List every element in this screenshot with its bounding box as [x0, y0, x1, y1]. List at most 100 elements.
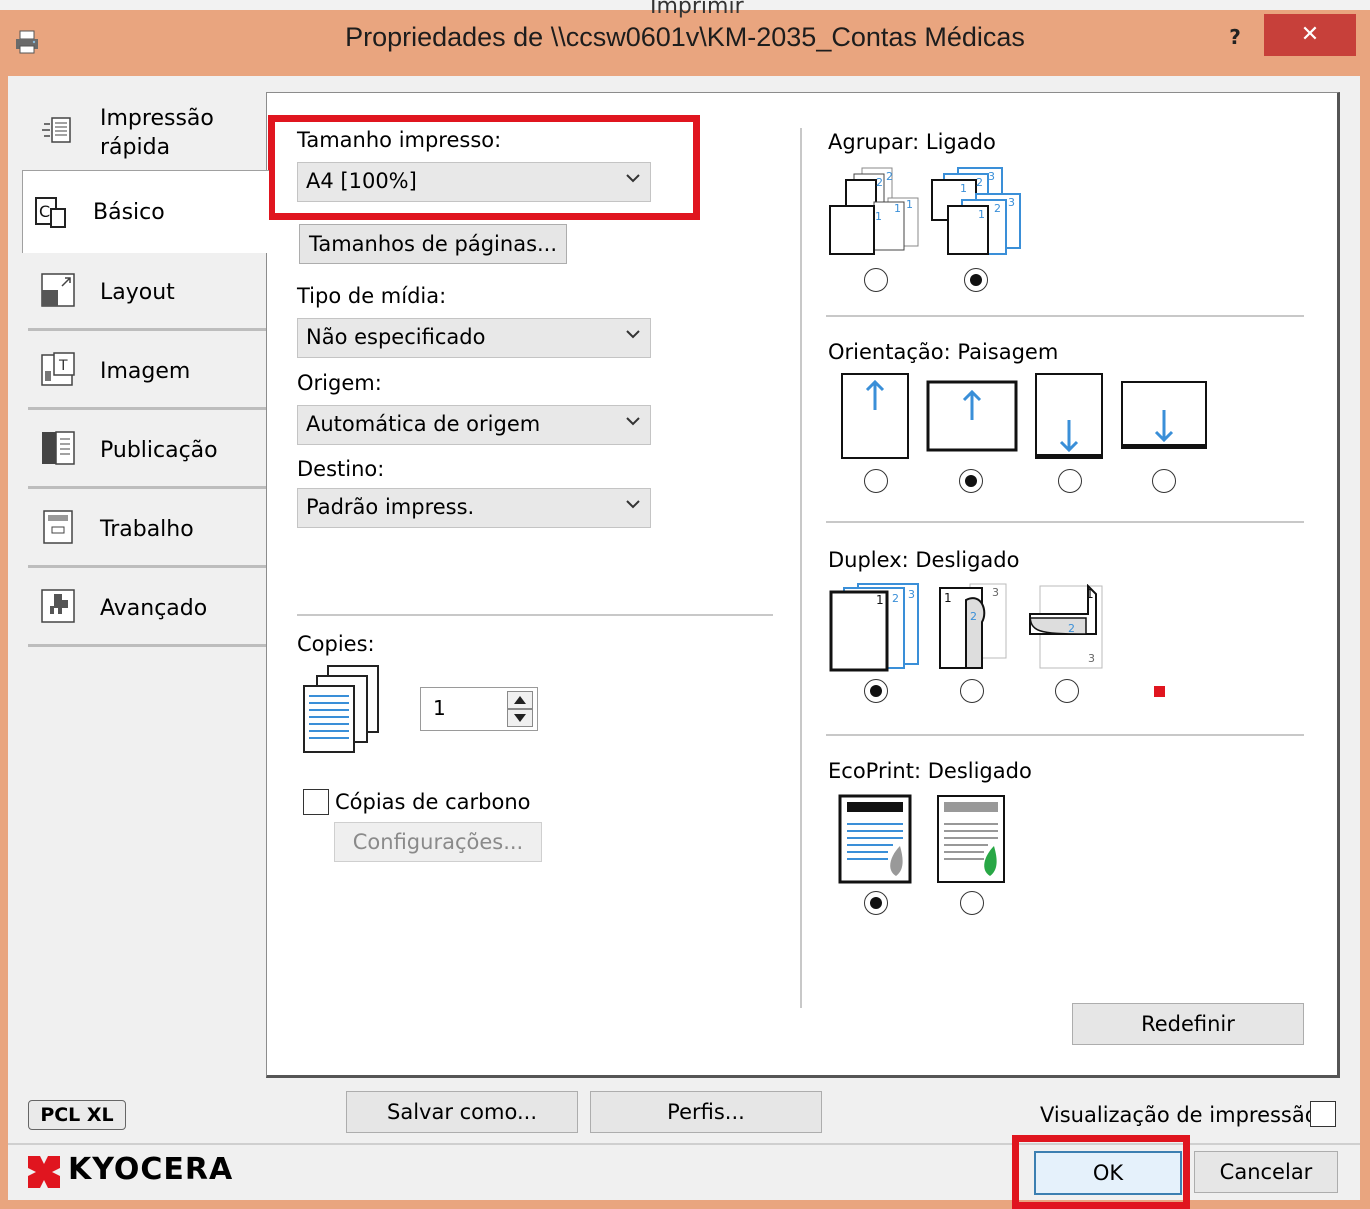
- tab-publishing-label: Publicação: [100, 438, 218, 463]
- tab-advanced[interactable]: Avançado: [28, 568, 266, 647]
- tab-job-label: Trabalho: [100, 517, 194, 542]
- page-sizes-button[interactable]: Tamanhos de páginas...: [299, 224, 567, 264]
- collate-separator: [826, 315, 1304, 317]
- duplex-short-edge-radio[interactable]: [1055, 679, 1079, 703]
- svg-text:1: 1: [944, 591, 952, 605]
- uncollated-icon: 22 111: [829, 167, 919, 255]
- reset-button[interactable]: Redefinir: [1072, 1003, 1304, 1045]
- collate-on-radio[interactable]: [964, 268, 988, 292]
- tab-layout[interactable]: Layout: [28, 252, 266, 331]
- carbon-copies-checkbox[interactable]: [303, 789, 329, 815]
- collate-label: Agrupar: Ligado: [828, 130, 996, 154]
- copies-increment-button[interactable]: [507, 691, 533, 709]
- svg-text:2: 2: [994, 202, 1001, 215]
- svg-text:1: 1: [906, 198, 913, 211]
- ecoprint-off-radio[interactable]: [864, 891, 888, 915]
- carbon-copies-label: Cópias de carbono: [335, 790, 531, 814]
- print-preview-checkbox[interactable]: [1310, 1101, 1336, 1127]
- svg-text:C: C: [39, 202, 50, 221]
- ecoprint-label-text: EcoPrint:: [828, 759, 922, 783]
- source-label: Origem:: [297, 371, 382, 395]
- collate-off-radio[interactable]: [864, 268, 888, 292]
- orientation-label-text: Orientação:: [828, 340, 951, 364]
- orientation-portrait-rotated-radio[interactable]: [1058, 469, 1082, 493]
- portrait-rotated-icon: [1035, 373, 1103, 459]
- kyocera-logo-icon: [28, 1156, 60, 1188]
- tab-basic[interactable]: C Básico: [22, 170, 269, 253]
- ecoprint-value: Desligado: [927, 759, 1032, 783]
- duplex-short-edge-icon: 1 2 3: [1029, 584, 1103, 669]
- left-separator: [297, 614, 773, 616]
- basic-icon: C: [35, 197, 66, 228]
- tab-publishing[interactable]: Publicação: [28, 410, 266, 489]
- red-marker: [1154, 686, 1165, 697]
- duplex-off-icon: 321: [829, 583, 919, 672]
- save-as-button[interactable]: Salvar como...: [346, 1091, 578, 1133]
- collate-label-text: Agrupar:: [828, 130, 920, 154]
- duplex-label: Duplex: Desligado: [828, 548, 1019, 572]
- image-icon: T: [41, 352, 75, 386]
- duplex-off-radio[interactable]: [864, 679, 888, 703]
- source-dropdown[interactable]: Automática de origem: [297, 405, 651, 445]
- triangle-down-icon: [514, 714, 526, 722]
- svg-text:2: 2: [1068, 622, 1075, 635]
- cancel-button[interactable]: Cancelar: [1194, 1151, 1338, 1193]
- svg-text:2: 2: [876, 176, 883, 189]
- window-title: Propriedades de \\ccsw0601v\KM-2035_Cont…: [345, 22, 1025, 52]
- copies-stepper[interactable]: 1: [420, 687, 538, 731]
- duplex-long-edge-icon: 3 1 2: [939, 583, 1007, 669]
- svg-text:1: 1: [875, 210, 882, 223]
- chevron-down-icon: [626, 330, 640, 339]
- svg-text:1: 1: [1086, 587, 1094, 601]
- svg-text:2: 2: [976, 176, 983, 189]
- duplex-value: Desligado: [915, 548, 1020, 572]
- copies-decrement-button[interactable]: [507, 709, 533, 727]
- ecoprint-label: EcoPrint: Desligado: [828, 759, 1032, 783]
- chevron-down-icon: [626, 417, 640, 426]
- settings-button[interactable]: Configurações...: [334, 822, 542, 862]
- tab-image[interactable]: T Imagem: [28, 331, 266, 410]
- svg-text:3: 3: [1008, 196, 1015, 209]
- duplex-long-edge-radio[interactable]: [960, 679, 984, 703]
- tab-layout-label: Layout: [100, 280, 175, 305]
- orientation-portrait-radio[interactable]: [864, 469, 888, 493]
- svg-text:1: 1: [960, 182, 967, 195]
- orientation-label: Orientação: Paisagem: [828, 340, 1058, 364]
- svg-text:2: 2: [886, 170, 893, 183]
- pcl-xl-badge: PCL XL: [28, 1100, 126, 1130]
- ok-highlight: [1012, 1135, 1190, 1209]
- help-button[interactable]: ?: [1218, 22, 1252, 54]
- destination-value: Padrão impress.: [306, 495, 475, 519]
- portrait-icon: [841, 373, 909, 459]
- tab-quick-print-label-2: rápida: [100, 135, 171, 160]
- advanced-icon: [41, 589, 75, 623]
- orientation-landscape-rotated-radio[interactable]: [1152, 469, 1176, 493]
- destination-label: Destino:: [297, 457, 385, 481]
- tab-job[interactable]: Trabalho: [28, 489, 266, 568]
- behind-window-title: Imprimir: [650, 0, 744, 19]
- print-preview-label: Visualização de impressão: [1040, 1103, 1318, 1127]
- svg-text:2: 2: [970, 610, 977, 623]
- close-button[interactable]: ✕: [1264, 14, 1356, 56]
- column-divider: [800, 128, 802, 1008]
- media-type-dropdown[interactable]: Não especificado: [297, 318, 651, 358]
- ecoprint-on-icon: [937, 795, 1005, 883]
- orientation-value: Paisagem: [957, 340, 1059, 364]
- duplex-label-text: Duplex:: [828, 548, 909, 572]
- orientation-separator: [826, 521, 1304, 523]
- orientation-landscape-radio[interactable]: [959, 469, 983, 493]
- svg-text:2: 2: [892, 592, 899, 605]
- tab-advanced-label: Avançado: [100, 596, 208, 621]
- layout-icon: [41, 273, 75, 307]
- quick-print-icon: [42, 117, 71, 143]
- ecoprint-on-radio[interactable]: [960, 891, 984, 915]
- destination-dropdown[interactable]: Padrão impress.: [297, 488, 651, 528]
- svg-text:3: 3: [1088, 652, 1095, 665]
- tab-quick-print-label-1: Impressão: [100, 106, 214, 131]
- print-size-highlight: [268, 115, 700, 220]
- tab-quick-print[interactable]: Impressão rápida: [28, 94, 266, 173]
- job-icon: [43, 510, 73, 544]
- ecoprint-off-icon: [838, 794, 912, 884]
- profiles-button[interactable]: Perfis...: [590, 1091, 822, 1133]
- media-type-label: Tipo de mídia:: [297, 284, 447, 308]
